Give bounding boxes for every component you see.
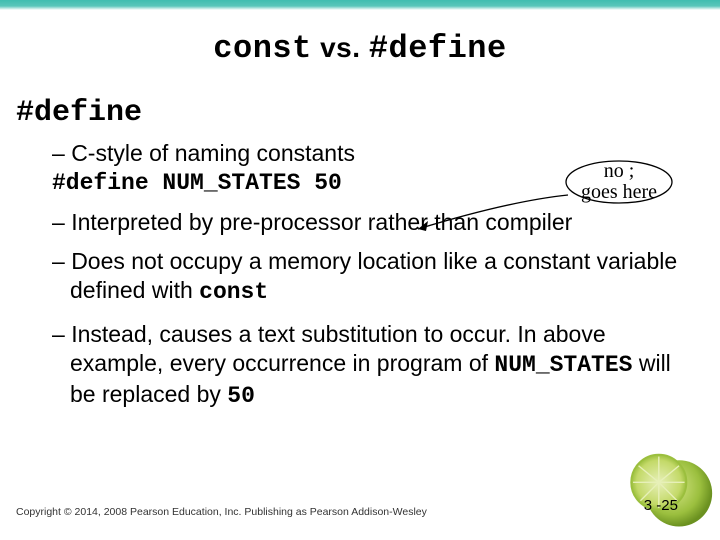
section-heading: #define — [16, 95, 698, 133]
copyright-footer: Copyright © 2014, 2008 Pearson Education… — [16, 506, 427, 518]
callout-line2: goes here — [581, 181, 657, 203]
title-const: const — [213, 30, 312, 67]
slide-title: const vs. #define — [0, 28, 720, 67]
slide-body: #define no ; goes here C-style of naming… — [0, 67, 720, 411]
bullet-2: Interpreted by pre-processor rather than… — [52, 208, 698, 237]
title-define: #define — [369, 30, 507, 67]
code-num-states: NUM_STATES — [494, 352, 632, 378]
code-fifty: 50 — [227, 383, 255, 409]
bullet-4: Instead, causes a text substitution to o… — [52, 320, 698, 410]
top-gradient-bar — [0, 0, 720, 10]
code-define-line: #define NUM_STATES 50 — [70, 169, 342, 198]
callout-bubble: no ; goes here — [564, 159, 674, 205]
code-const: const — [199, 279, 268, 305]
title-vs: vs. — [312, 32, 369, 63]
bullet-1-text: C-style of naming constants — [71, 140, 355, 166]
callout-line1: no ; — [604, 160, 635, 182]
lime-decoration — [622, 440, 714, 532]
page-number: 3 -25 — [644, 497, 678, 514]
bullet-3: Does not occupy a memory location like a… — [52, 247, 698, 307]
